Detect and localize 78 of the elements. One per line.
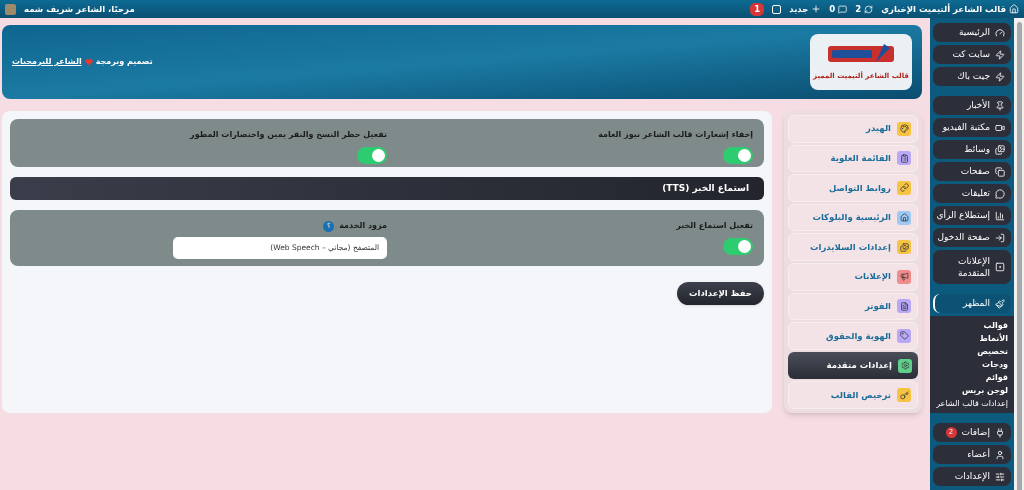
settings-tab[interactable]: ترخيص القالب (788, 381, 918, 409)
gear-icon (898, 358, 912, 373)
menu-item[interactable]: الرئيسية (933, 23, 1011, 42)
toggle-switch[interactable] (357, 147, 387, 164)
menu-item[interactable]: إستطلاع الرأي (933, 206, 1011, 225)
bar-chart-icon (995, 210, 1005, 221)
menu-item[interactable]: صفحات (933, 162, 1011, 181)
section-title: استماع الخبر (TTS) (662, 181, 749, 196)
settings-tab[interactable]: إعدادات السلايدرات (788, 233, 918, 261)
submenu-item[interactable]: ودجات (936, 358, 1008, 371)
settings-tab[interactable]: الرئيسية والبلوكات (788, 203, 918, 232)
menu-item[interactable]: سايت كت (933, 45, 1011, 64)
notification-badge[interactable]: 1 (750, 2, 765, 16)
menu-item[interactable]: أعضاء (933, 445, 1011, 464)
setting-label: مزود الخدمة (339, 220, 387, 232)
current-menu-item[interactable]: المظهر (933, 294, 1011, 313)
menu-item[interactable]: الأخبار (933, 96, 1011, 115)
settings-tab[interactable]: الإعلانات (788, 262, 918, 291)
images-icon (897, 240, 911, 255)
submenu-item[interactable]: لوجن بريس (936, 384, 1008, 397)
credit-link[interactable]: الشاعر للبرمجيات (12, 56, 82, 68)
user-icon (995, 449, 1005, 460)
house-icon (897, 210, 911, 225)
home-icon (1009, 4, 1019, 14)
heart-icon (84, 58, 93, 66)
video-icon (995, 122, 1005, 133)
comment-icon (995, 188, 1005, 199)
images-icon (995, 144, 1005, 155)
dashboard-icon (995, 27, 1005, 38)
submenu-item[interactable]: قوائم (936, 371, 1008, 384)
setting-label: تفعيل استماع الخبر (676, 220, 753, 232)
menu-item[interactable]: مكتبة الفيديو (933, 118, 1011, 137)
comments-link[interactable]: 0 (829, 2, 848, 16)
plug-icon (995, 427, 1005, 438)
pin-icon (995, 100, 1005, 111)
menu-item[interactable]: تعليقات (933, 184, 1011, 203)
setting-label: إخفاء إشعارات قالب الشاعر نيوز العامة (598, 129, 753, 141)
megaphone-icon (897, 269, 911, 284)
pages-icon (995, 166, 1005, 177)
settings-tab[interactable]: الهوية والحقوق (788, 322, 918, 350)
login-icon (995, 232, 1005, 243)
link-icon (897, 181, 911, 195)
clipboard-icon (897, 151, 911, 166)
avatar (5, 3, 16, 15)
menu-item[interactable]: الإعلانات المتقدمة (933, 250, 1011, 284)
plus-icon (811, 4, 822, 14)
tag-icon (897, 328, 911, 343)
menu-item[interactable]: صفحة الدخول (933, 228, 1011, 247)
settings-tab[interactable]: روابط التواصل (788, 174, 918, 202)
settings-tab[interactable]: الفوتر (788, 292, 918, 321)
settings-tab[interactable]: إعدادات متقدمة (788, 351, 918, 380)
setting-label: تفعيل حظر النسخ والنقر يمين واختصارات المطور (190, 129, 387, 141)
site-title-link[interactable]: قالب الشاعر ألتيميت الإخباري (881, 2, 1019, 16)
menu-item[interactable]: وسائط (933, 140, 1011, 159)
credit-text: تصميم وبرمجة (95, 56, 153, 68)
settings-tab[interactable]: الهيدر (788, 115, 918, 143)
new-link[interactable]: جديد (789, 2, 822, 16)
submenu-item[interactable]: قوالب (936, 319, 1008, 332)
settings-tab[interactable]: القائمة العلوية (788, 144, 918, 173)
document-icon (897, 299, 911, 314)
menu-item[interactable]: جيت باك (933, 67, 1011, 86)
toggle-switch[interactable] (723, 238, 753, 255)
menu-item[interactable]: الإعدادات (933, 467, 1011, 486)
submenu-item[interactable]: الأنماط (936, 332, 1008, 345)
toggle-switch[interactable] (723, 147, 753, 164)
greeting-link[interactable]: مرحبًا، الشاعر شريف شمه (24, 2, 135, 16)
palette-icon (897, 121, 911, 136)
submenu-item[interactable]: إعدادات قالب الشاعر (936, 397, 1008, 410)
bolt-icon (995, 71, 1005, 82)
updates-link[interactable]: 2 (855, 2, 874, 16)
refresh-icon (864, 4, 874, 14)
submenu-item[interactable]: تخصيص (936, 345, 1008, 358)
sliders-icon (995, 471, 1005, 482)
save-button[interactable]: حفظ الإعدادات (677, 282, 764, 305)
square-icon (995, 262, 1005, 272)
key-icon (897, 388, 911, 403)
comment-icon (838, 4, 848, 14)
brush-icon (995, 298, 1005, 309)
